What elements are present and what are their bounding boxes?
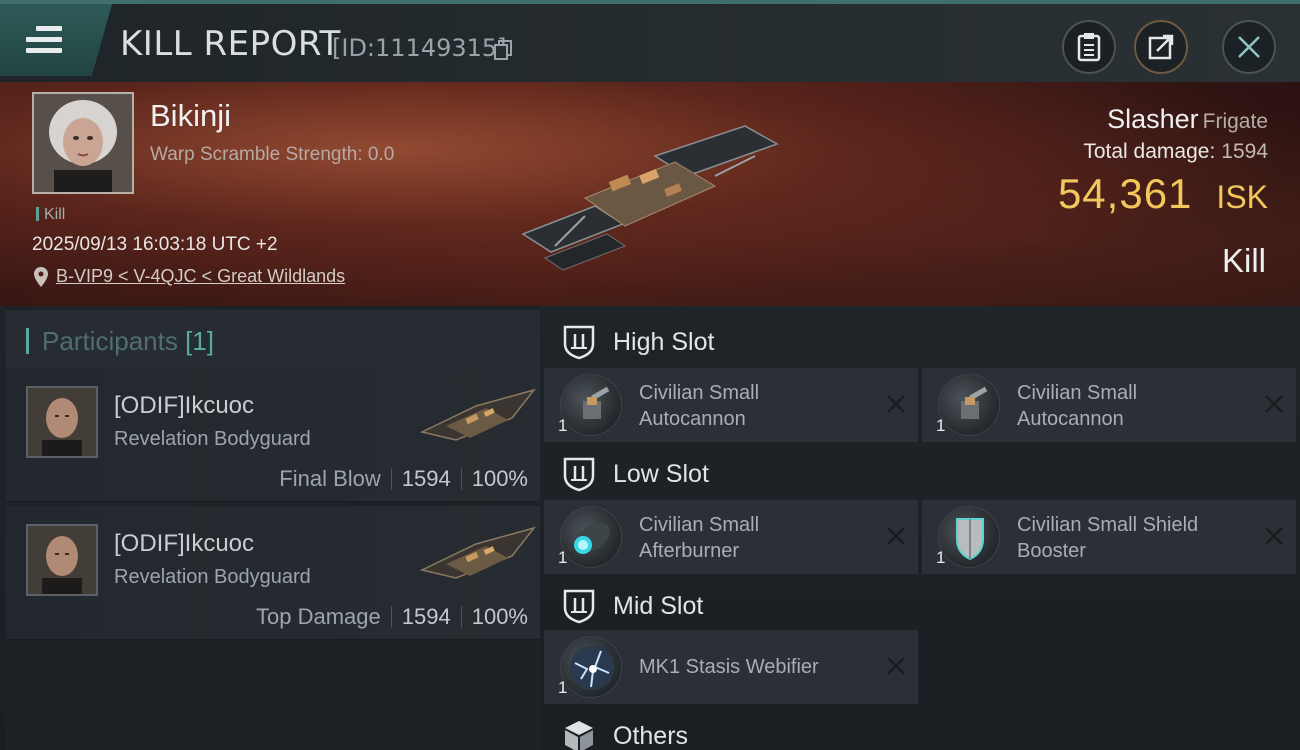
damage-label: Total damage: [1083,140,1216,163]
isk-unit: ISK [1216,179,1268,215]
low-slot-icon [563,457,595,492]
autocannon-icon [560,374,622,436]
share-icon [1148,34,1174,60]
kill-location[interactable]: B-VIP9 < V-4QJC < Great Wildlands [34,266,345,287]
kill-tag: Kill [36,206,65,224]
participant-ship-image [419,388,536,441]
module-item[interactable]: 1 Civilian Small Afterburner [544,500,918,574]
menu-button[interactable] [0,4,112,76]
participant-percent: 100% [471,466,528,491]
low-slot-label: Low Slot [613,460,709,488]
location-pin-icon [34,266,48,287]
victim-banner: Bikinji Warp Scramble Strength: 0.0 Kill… [0,82,1300,306]
victim-portrait[interactable] [32,92,134,194]
participant-ship-image [419,526,536,579]
module-item[interactable]: 1 Civilian Small Autocannon [544,368,918,442]
module-item[interactable]: 1 Civilian Small Autocannon [922,368,1296,442]
module-item[interactable]: 1 Civilian Small Shield Booster [922,500,1296,574]
others-header: Others [544,706,1300,750]
participant-card[interactable]: [ODIF]Ikcuoc Revelation Bodyguard Final … [6,368,540,502]
participant-ship: Revelation Bodyguard [114,566,311,588]
close-button[interactable] [1222,20,1276,74]
page-title: KILL REPORT [120,24,341,64]
participant-card[interactable]: [ODIF]Ikcuoc Revelation Bodyguard Top Da… [6,506,540,640]
module-name: Civilian Small Shield Booster [1017,514,1199,562]
victim-ship[interactable]: Slasher Frigate [1107,104,1268,135]
fitting-panel: High Slot 1 Civilian Small Autocannon 1 C… [544,306,1300,750]
participants-panel: Participants [1] [ODIF]Ikcuoc Revelation… [6,306,540,750]
participant-name: [ODIF]Ikcuoc [114,392,255,419]
participants-label: Participants [42,326,178,356]
afterburner-icon [560,506,622,568]
victim-ship-image [521,125,779,271]
scramble-strength: Warp Scramble Strength: 0.0 [150,144,395,165]
report-id: [ID:11149315] [332,34,507,62]
participants-count: [1] [185,326,214,356]
participant-portrait [26,524,98,596]
module-quantity: 1 [558,548,568,567]
autocannon-icon [938,374,1000,436]
participant-role: Final Blow [279,466,381,491]
high-slot-icon [563,325,595,360]
destroyed-icon [887,395,905,413]
mid-slot-label: Mid Slot [613,592,704,620]
close-icon [1238,36,1260,58]
module-quantity: 1 [558,416,568,435]
participant-damage: 1594 [401,466,451,491]
isk-value: 54,361 [1057,170,1193,217]
participant-ship: Revelation Bodyguard [114,428,311,450]
total-damage: Total damage: 1594 [1083,140,1268,164]
module-quantity: 1 [936,548,946,567]
header-bar: KILL REPORT [ID:11149315] [0,0,1300,82]
module-name: Civilian Small Autocannon [1017,382,1138,430]
participant-percent: 100% [471,604,528,629]
module-name: MK1 Stasis Webifier [639,656,819,678]
participants-header[interactable]: Participants [1] [6,310,540,368]
destroyed-icon [1265,527,1283,545]
participant-stats: Top Damage 1594 100% [256,604,528,630]
victim-name[interactable]: Bikinji [150,98,231,134]
clipboard-button[interactable] [1062,20,1116,74]
damage-value: 1594 [1221,140,1268,163]
low-slot-header: Low Slot [544,444,1300,500]
module-name: Civilian Small Afterburner [639,514,760,562]
ship-class: Frigate [1202,110,1268,133]
module-item[interactable]: 1 MK1 Stasis Webifier [544,630,918,704]
destroyed-icon [887,657,905,675]
stasis-webifier-icon [560,636,622,698]
participant-damage: 1594 [401,604,451,629]
copy-icon[interactable] [494,40,512,60]
participant-role: Top Damage [256,604,381,629]
destroyed-icon [887,527,905,545]
others-label: Others [613,722,689,750]
module-name: Civilian Small Autocannon [639,382,760,430]
mid-slot-icon [563,589,595,624]
participant-stats: Final Blow 1594 100% [279,466,528,492]
module-quantity: 1 [558,678,568,697]
high-slot-header: High Slot [544,312,1300,368]
participant-name: [ODIF]Ikcuoc [114,530,255,557]
high-slot-label: High Slot [613,328,715,356]
clipboard-icon [1077,33,1101,62]
kill-result: Kill [1221,242,1266,279]
participant-portrait [26,386,98,458]
share-button[interactable] [1134,20,1188,74]
cube-icon [565,721,593,750]
mid-slot-header: Mid Slot [544,576,1300,632]
destroyed-icon [1265,395,1283,413]
isk-value-display: 54,361 ISK [1058,170,1268,218]
kill-datetime: 2025/09/13 16:03:18 UTC +2 [32,234,278,255]
menu-icon [26,26,62,54]
shield-booster-icon [938,506,1000,568]
ship-name: Slasher [1107,104,1199,134]
kill-report-screen: KILL REPORT [ID:11149315] Bikinji Warp S… [0,0,1300,750]
location-link[interactable]: B-VIP9 < V-4QJC < Great Wildlands [56,266,345,287]
module-quantity: 1 [936,416,946,435]
